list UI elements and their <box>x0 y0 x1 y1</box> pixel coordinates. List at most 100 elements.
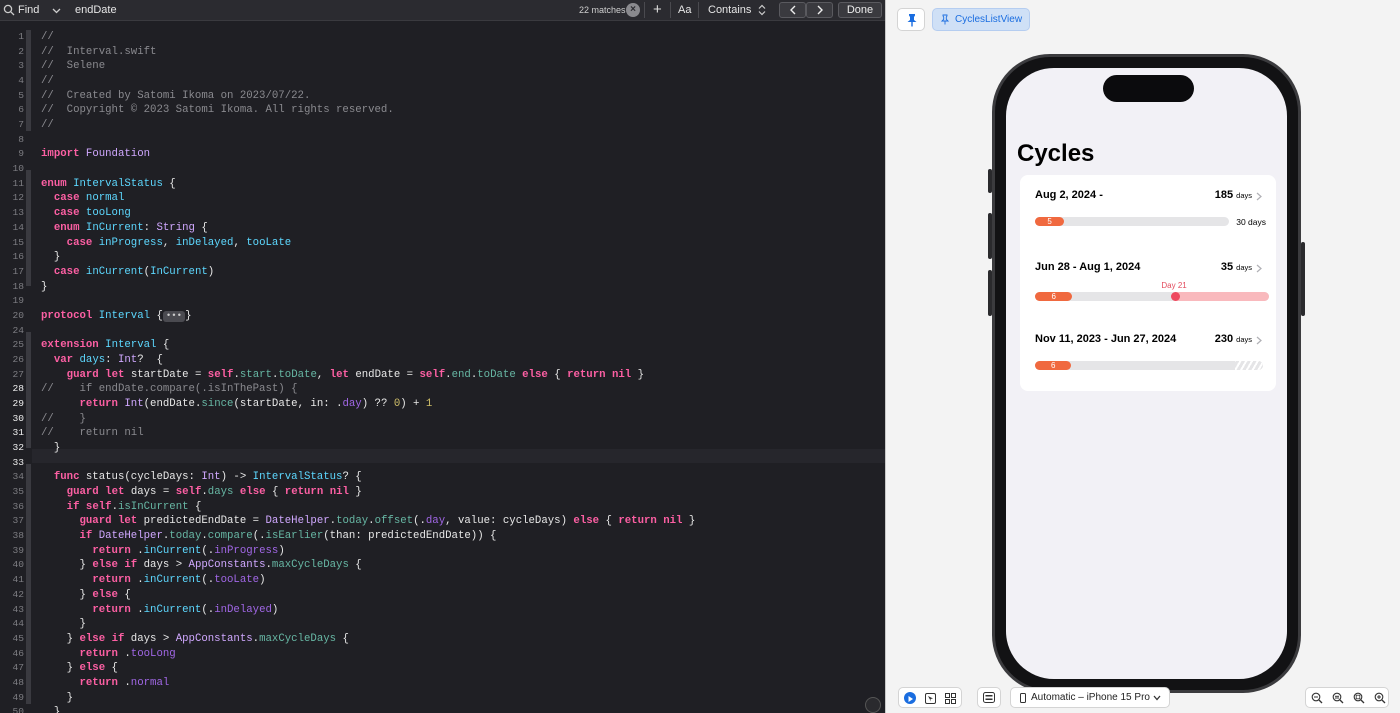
line-number: 17 <box>12 265 24 277</box>
iphone-icon <box>1020 693 1026 703</box>
previous-match-button[interactable] <box>779 2 806 18</box>
line-number: 47 <box>12 662 24 674</box>
variants-icon[interactable] <box>945 693 956 704</box>
code-line: } else { <box>41 588 131 601</box>
device-settings-button[interactable] <box>977 687 1001 708</box>
code-line: return .inCurrent(.inProgress) <box>92 544 285 557</box>
line-number: 6 <box>18 104 24 116</box>
chevron-right-icon <box>1256 192 1262 201</box>
zoom-to-100-icon[interactable] <box>1332 692 1344 704</box>
cycle-row[interactable]: Aug 2, 2024 - 185 days 5 30 days <box>1020 175 1276 245</box>
cycle-days-value: 230 <box>1214 333 1234 345</box>
cycle-days: 35 days <box>1221 261 1252 273</box>
preview-bottom-bar: Automatic – iPhone 15 Pro <box>885 683 1400 713</box>
line-number: 50 <box>12 706 24 713</box>
line-number: 25 <box>12 339 24 351</box>
search-icon <box>3 4 15 16</box>
line-number: 30 <box>12 412 24 424</box>
updown-icon <box>758 4 766 16</box>
overdue-segment <box>1175 292 1269 301</box>
line-number: 9 <box>18 148 24 160</box>
code-line: import Foundation <box>41 148 151 161</box>
cycle-date-range: Jun 28 - Aug 1, 2024 <box>1035 261 1141 273</box>
fold-ribbon[interactable] <box>26 30 31 131</box>
code-editor[interactable]: Find endDate 22 matches × + Aa Contains … <box>0 0 885 713</box>
cycle-row[interactable]: Jun 28 - Aug 1, 2024 35 days Day 21 6 <box>1020 247 1276 317</box>
scroll-indicator[interactable] <box>865 697 881 713</box>
preview-tag-cycles-list-view[interactable]: CyclesListView <box>932 8 1030 31</box>
cycle-days: 230 days <box>1215 333 1252 345</box>
cycle-row[interactable]: Nov 11, 2023 - Jun 27, 2024 230 days 6 <box>1020 319 1276 389</box>
line-number: 40 <box>12 559 24 571</box>
device-selector[interactable]: Automatic – iPhone 15 Pro <box>1010 687 1170 708</box>
volume-up-button <box>988 213 992 259</box>
line-number: 3 <box>18 60 24 72</box>
cycle-days-unit: days <box>1236 191 1252 200</box>
progress-fill: 5 <box>1035 217 1065 226</box>
cycle-date-range: Aug 2, 2024 - <box>1035 189 1103 201</box>
zoom-to-fit-icon[interactable] <box>1353 692 1365 704</box>
fold-ribbon[interactable] <box>26 464 31 704</box>
line-number: 8 <box>18 133 24 145</box>
day-marker-label: Day 21 <box>1161 281 1187 290</box>
find-mode-menu[interactable]: Find <box>18 4 39 16</box>
line-number: 44 <box>12 618 24 630</box>
next-match-button[interactable] <box>806 2 833 18</box>
code-line: func status(cycleDays: Int) -> IntervalS… <box>53 471 362 484</box>
device-settings-icon <box>983 692 995 703</box>
code-line: case inProgress, inDelayed, tooLate <box>66 236 292 249</box>
line-number: 2 <box>18 45 24 57</box>
code-line: return .normal <box>79 676 170 689</box>
cycle-progress-bar: 5 <box>1035 217 1229 226</box>
fold-ribbon[interactable] <box>26 170 31 286</box>
line-number: 34 <box>12 471 24 483</box>
line-number: 5 <box>18 89 24 101</box>
code-line: } <box>41 618 86 631</box>
code-line: return Int(endDate.since(startDate, in: … <box>79 398 433 410</box>
cycle-days-value: 35 <box>1220 261 1234 273</box>
divider <box>698 2 699 18</box>
pin-icon <box>907 14 917 27</box>
cycle-progress-bar: 6 <box>1035 292 1269 301</box>
line-number: 42 <box>12 588 24 600</box>
line-number: 1 <box>18 31 24 42</box>
code-line: // Created by Satomi Ikoma on 2023/07/22… <box>41 89 311 102</box>
pin-preview-button[interactable] <box>897 8 925 31</box>
live-mode-button[interactable] <box>904 692 916 704</box>
line-number: 27 <box>12 368 24 380</box>
match-mode-select[interactable]: Contains <box>708 4 751 16</box>
done-button[interactable]: Done <box>838 2 882 18</box>
line-number: 41 <box>12 574 24 586</box>
match-case-toggle[interactable]: Aa <box>678 4 691 16</box>
cycle-days-value: 185 <box>1214 189 1234 201</box>
progress-fill: 6 <box>1035 292 1073 301</box>
code-line: // } <box>41 412 86 425</box>
code-line: if DateHelper.today.compare(.isEarlier(t… <box>79 530 497 543</box>
line-number: 46 <box>12 647 24 659</box>
clear-icon[interactable]: × <box>626 3 640 17</box>
code-line: } else if days > AppConstants.maxCycleDa… <box>41 559 362 572</box>
zoom-out-icon[interactable] <box>1311 692 1323 704</box>
find-input[interactable]: endDate <box>75 4 117 16</box>
code-line: } <box>41 251 61 264</box>
chevron-right-icon <box>1256 336 1262 345</box>
code-text-area[interactable]: //// Interval.swift// Selene//// Created… <box>32 22 885 713</box>
selectable-mode-icon[interactable] <box>925 693 936 704</box>
line-number: 32 <box>12 442 24 454</box>
line-number: 26 <box>12 353 24 365</box>
chevron-down-icon[interactable] <box>52 6 61 15</box>
screen-title: Cycles <box>1017 140 1095 167</box>
line-number: 16 <box>12 251 24 263</box>
code-line: } <box>41 442 61 455</box>
line-number: 10 <box>12 163 24 175</box>
line-number: 4 <box>18 75 24 87</box>
code-line: case tooLong <box>53 207 131 220</box>
fold-ribbon[interactable] <box>26 332 31 448</box>
line-number: 14 <box>12 221 24 233</box>
code-line: // <box>41 119 54 132</box>
cycle-days-unit: days <box>1236 263 1252 272</box>
add-icon[interactable]: + <box>653 1 662 18</box>
code-line: } <box>41 706 61 713</box>
code-line: return .tooLong <box>79 647 176 660</box>
zoom-in-icon[interactable] <box>1374 692 1386 704</box>
